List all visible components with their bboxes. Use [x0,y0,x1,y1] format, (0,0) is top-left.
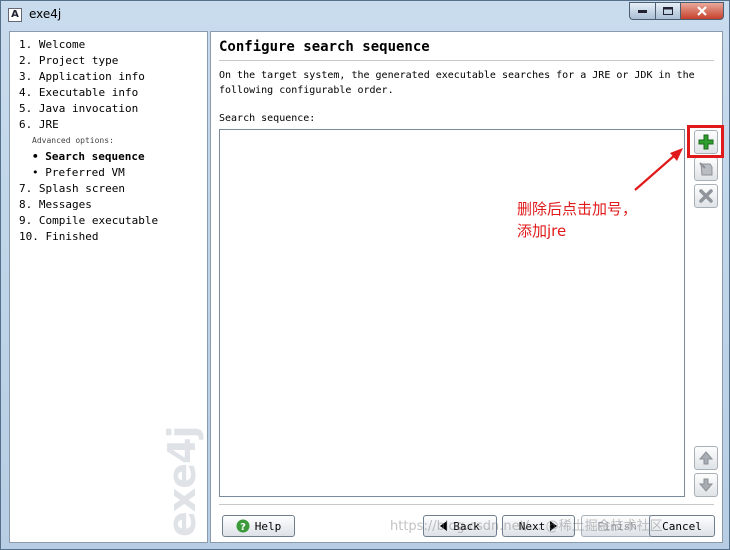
nav-step-compile-executable[interactable]: 9. Compile executable [19,214,158,227]
nav-step-project-type[interactable]: 2. Project type [19,54,118,67]
arrow-left-icon [440,521,448,531]
annotation-text: 删除后点击加号， 添加jre [517,198,637,242]
finish-button[interactable]: Finish [581,515,653,537]
minimize-icon [638,9,647,13]
arrow-down-icon [698,478,714,492]
nav-step-java-invocation[interactable]: 5. Java invocation [19,102,138,115]
cancel-button-label: Cancel [662,519,702,533]
help-icon: ? [236,519,250,533]
close-icon [697,6,707,16]
annotation-line-2: 添加jre [517,222,567,240]
arrow-right-icon [550,521,558,531]
next-button[interactable]: Next [502,515,575,537]
next-button-label: Next [518,519,546,533]
move-down-button[interactable] [694,473,718,497]
nav-step-application-info[interactable]: 3. Application info [19,70,145,83]
annotation-arrow [634,148,683,191]
content-panel: Configure search sequence On the target … [210,31,724,543]
nav-step-executable-info[interactable]: 4. Executable info [19,86,138,99]
caption-buttons [629,2,724,21]
help-button[interactable]: ? Help [222,515,295,537]
close-button[interactable] [680,2,724,20]
arrow-up-icon [698,451,714,465]
exe4j-logo: exe4j [160,426,204,537]
maximize-icon [663,7,673,15]
back-button[interactable]: Back [423,515,497,537]
exe4j-window: A exe4j 1. Welcome 2. Project type 3. Ap… [0,0,730,550]
annotation-line-1: 删除后点击加号， [517,200,638,218]
nav-sub-search-sequence[interactable]: • Search sequence [32,150,145,163]
help-button-label: Help [254,519,282,533]
wizard-steps-panel: 1. Welcome 2. Project type 3. Applicatio… [9,31,208,543]
nav-step-messages[interactable]: 8. Messages [19,198,92,211]
advanced-options-label: Advanced options: [32,136,114,145]
minimize-button[interactable] [629,2,655,20]
title-bar[interactable]: A exe4j [1,1,729,29]
cancel-button[interactable]: Cancel [649,515,715,537]
maximize-button[interactable] [655,2,680,20]
nav-step-finished[interactable]: 10. Finished [19,230,98,243]
window-title: exe4j [29,7,62,21]
button-divider [219,504,714,505]
nav-step-splash-screen[interactable]: 7. Splash screen [19,182,125,195]
move-up-button[interactable] [694,446,718,470]
app-icon: A [8,8,22,22]
svg-text:?: ? [240,522,246,533]
nav-sub-preferred-vm[interactable]: • Preferred VM [32,166,125,179]
back-button-label: Back [453,519,480,533]
nav-step-welcome[interactable]: 1. Welcome [19,38,85,51]
finish-button-label: Finish [597,519,637,533]
nav-step-jre[interactable]: 6. JRE [19,118,59,131]
